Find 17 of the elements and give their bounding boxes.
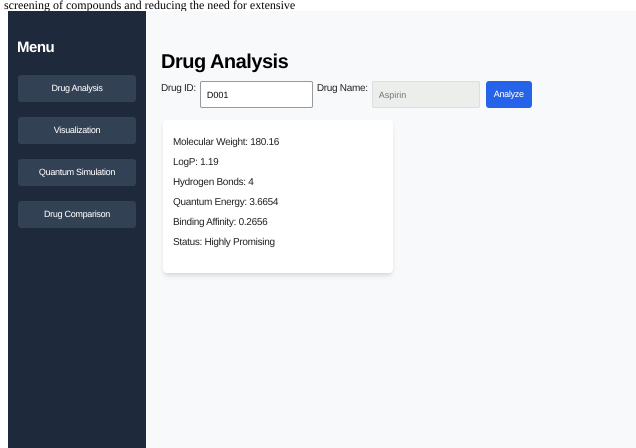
result-line: Molecular Weight: 180.16 — [173, 136, 280, 150]
field-label: Drug Name: — [316, 83, 368, 95]
field-label: Drug ID: — [161, 83, 196, 95]
sidebar-title: Menu — [17, 39, 56, 57]
result-line: Quantum Energy: 3.6654 — [173, 196, 278, 210]
sidebar-item[interactable]: Quantum Simulation — [18, 159, 136, 186]
result-line: LogP: 1.19 — [173, 156, 218, 170]
page-title: Drug Analysis — [161, 50, 290, 74]
result-line: Hydrogen Bonds: 4 — [173, 176, 254, 190]
document-text: screening of compounds and reducing the need for extensive — [4, 0, 296, 11]
analyze-button[interactable]: Analyze — [486, 81, 532, 108]
sidebar-item[interactable]: Drug Analysis — [18, 75, 136, 102]
result-line: Status: Highly Promising — [173, 236, 275, 250]
sidebar-item[interactable]: Visualization — [18, 117, 136, 144]
text-field[interactable]: D001 — [200, 81, 313, 108]
result-line: Binding Affinity: 0.2656 — [173, 216, 268, 230]
sidebar-item[interactable]: Drug Comparison — [18, 201, 136, 228]
